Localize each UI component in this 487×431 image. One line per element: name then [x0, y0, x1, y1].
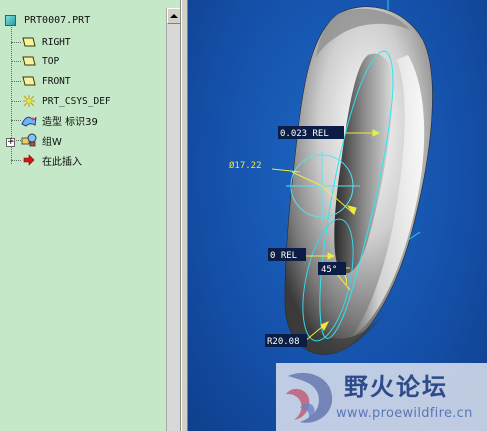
panel-splitter[interactable] — [181, 0, 188, 431]
root-label: PRT0007.PRT — [24, 14, 91, 26]
part-icon — [5, 14, 16, 26]
tree-item-label: FRONT — [42, 75, 71, 87]
site-watermark: 野火论坛 www.proewildfire.cn — [276, 363, 487, 431]
dimension-angle[interactable]: 45° — [321, 265, 337, 275]
tree-item-prt-csys-def[interactable]: PRT_CSYS_DEF — [11, 93, 171, 109]
tree-item-label: PRT_CSYS_DEF — [42, 95, 111, 107]
insert-here-arrow-icon — [21, 153, 37, 167]
tree-item-label: RIGHT — [42, 36, 71, 48]
tree-item-label: 组W — [42, 136, 62, 148]
model-tree-panel: PRT0007.PRT RIGHT TOP FRONT PRT_CSYS_DEF… — [0, 0, 181, 431]
dimension-radius[interactable]: R20.08 — [267, 337, 300, 347]
arrow-up-icon — [170, 14, 178, 18]
dimension-rel-zero[interactable]: 0 REL — [270, 251, 297, 261]
tree-item-label: TOP — [42, 55, 60, 67]
style-feature-icon — [21, 113, 37, 127]
flame-logo-icon — [286, 372, 333, 423]
tree-item-right[interactable]: RIGHT — [11, 34, 171, 50]
tree-item-top[interactable]: TOP — [11, 53, 171, 69]
tree-item-front[interactable]: FRONT — [11, 73, 171, 89]
model-tree-root[interactable]: PRT0007.PRT — [5, 13, 90, 27]
dimension-diameter[interactable]: Ø17.22 — [229, 160, 262, 171]
scroll-up-button[interactable] — [167, 8, 180, 24]
watermark-url: www.proewildfire.cn — [336, 406, 473, 421]
tree-item-group[interactable]: 组W — [11, 132, 171, 148]
group-icon — [21, 133, 37, 147]
datum-plane-icon — [21, 74, 37, 88]
tree-item-insert-here[interactable]: 在此插入 — [11, 152, 171, 168]
datum-plane-icon — [21, 35, 37, 49]
torus-model — [284, 6, 433, 355]
tree-scrollbar[interactable] — [166, 8, 180, 431]
tree-item-label: 在此插入 — [42, 156, 82, 168]
dimension-rel-offset[interactable]: 0.023 REL — [280, 129, 329, 139]
datum-plane-icon — [21, 54, 37, 68]
tree-item-style-feature[interactable]: 造型 标识39 — [11, 112, 171, 128]
watermark-site-name: 野火论坛 — [344, 373, 448, 401]
tree-item-label: 造型 标识39 — [42, 116, 98, 128]
coordinate-system-icon — [21, 94, 37, 108]
